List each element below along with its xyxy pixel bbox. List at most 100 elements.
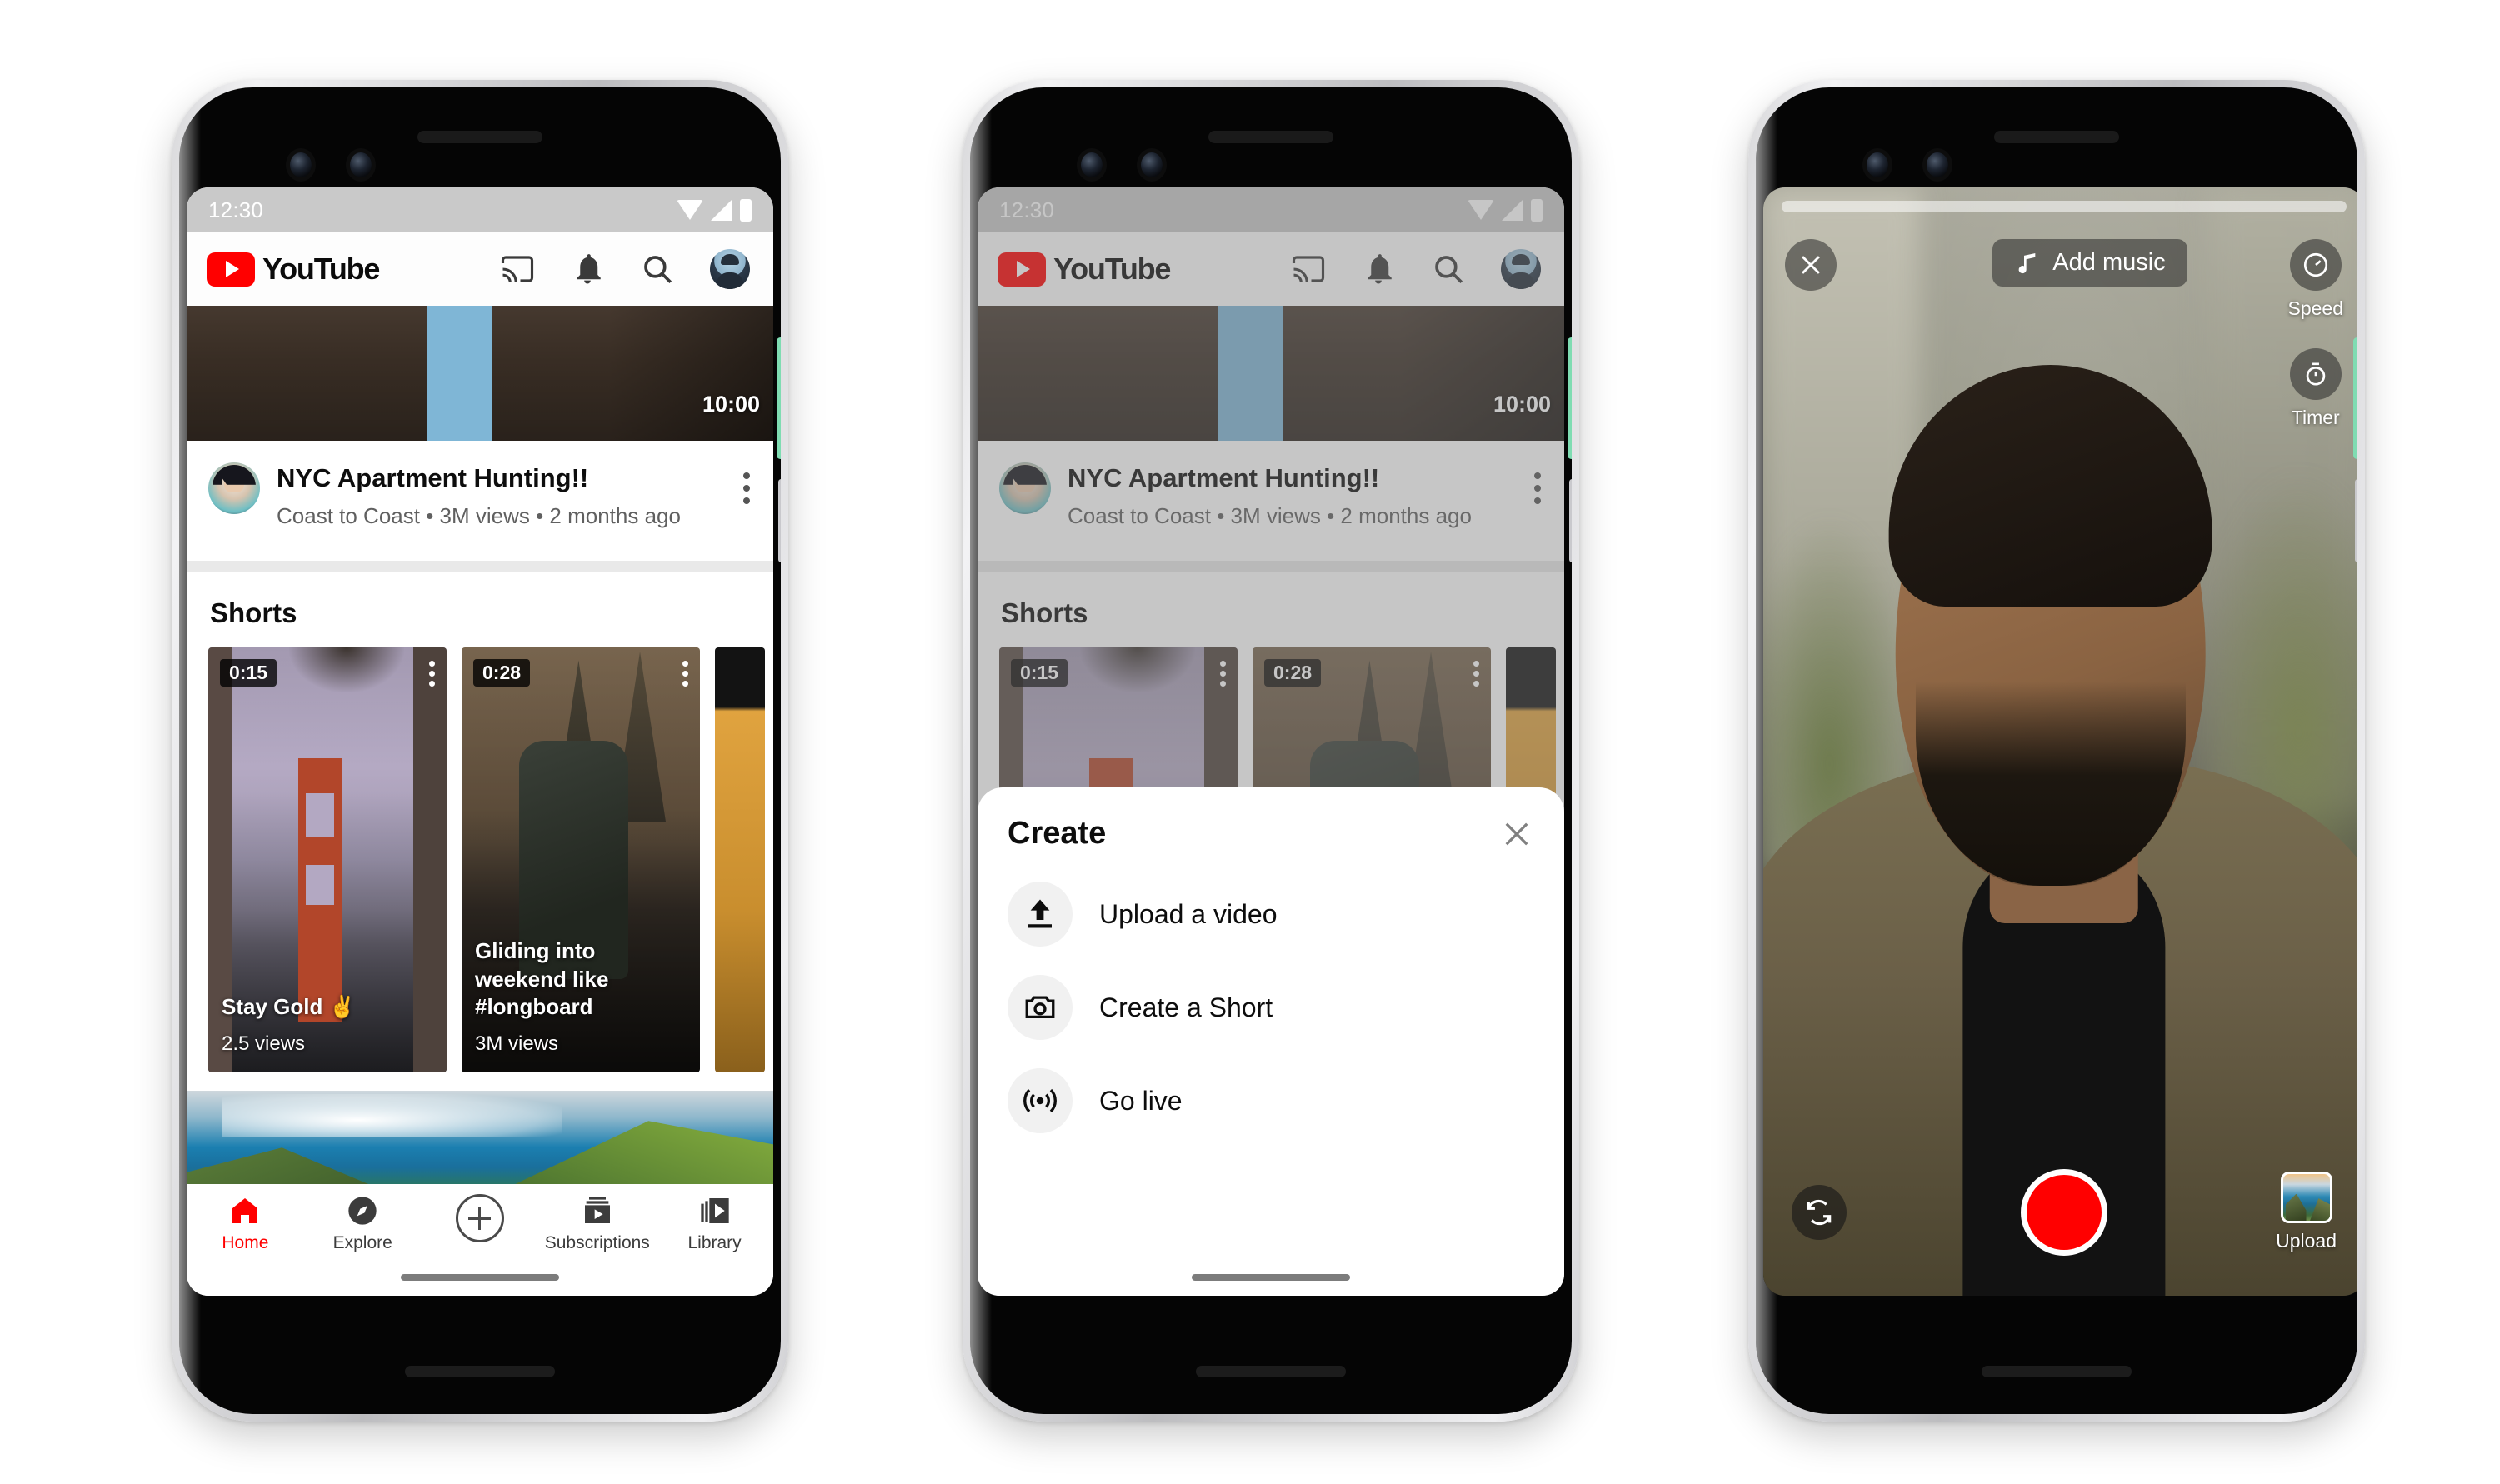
home-icon bbox=[232, 1198, 258, 1223]
nav-item-explore[interactable]: Explore bbox=[304, 1194, 422, 1253]
short-bridge bbox=[298, 757, 342, 1022]
front-camera-secondary-icon bbox=[1927, 152, 1948, 177]
create-option-upload-a-video[interactable]: Upload a video bbox=[1008, 882, 1534, 947]
flip-camera-button[interactable] bbox=[1792, 1184, 1847, 1240]
create-option-label: Upload a video bbox=[1099, 898, 1278, 929]
gesture-home-bar[interactable] bbox=[1192, 1274, 1350, 1281]
search-icon[interactable] bbox=[640, 252, 675, 287]
header-actions bbox=[1291, 249, 1544, 289]
youtube-logo[interactable]: YouTube bbox=[207, 252, 380, 287]
timer-tool[interactable]: Timer bbox=[2289, 348, 2342, 429]
battery-icon bbox=[1531, 198, 1542, 222]
account-avatar[interactable] bbox=[710, 249, 750, 289]
gallery-thumbnail[interactable] bbox=[2280, 1172, 2332, 1223]
youtube-logo[interactable]: YouTube bbox=[998, 252, 1171, 287]
short-duration-badge: 0:28 bbox=[1264, 659, 1322, 687]
channel-avatar[interactable] bbox=[208, 462, 260, 514]
upload-shortcut[interactable]: Upload bbox=[2276, 1172, 2337, 1252]
battery-icon bbox=[740, 198, 752, 222]
short-more-options-icon[interactable] bbox=[429, 661, 435, 687]
notifications-bell-icon[interactable] bbox=[1361, 252, 1396, 287]
short-card[interactable] bbox=[715, 647, 765, 1073]
youtube-header: YouTube bbox=[978, 232, 1564, 306]
camera-subject bbox=[1763, 364, 2358, 1296]
volume-button[interactable] bbox=[2355, 479, 2358, 562]
create-option-go-live[interactable]: Go live bbox=[1008, 1068, 1534, 1133]
create-plus-icon[interactable] bbox=[455, 1194, 504, 1242]
gesture-home-bar[interactable] bbox=[401, 1274, 559, 1281]
video-meta-row[interactable]: NYC Apartment Hunting!! Coast to Coast •… bbox=[187, 441, 773, 562]
camera-top-bar: Add music bbox=[1763, 239, 2358, 291]
create-sheet-options: Upload a video Create a Short Go live bbox=[1008, 882, 1534, 1133]
volume-button[interactable] bbox=[1569, 479, 1572, 562]
add-music-label: Add music bbox=[2052, 249, 2166, 276]
video-duration-badge: 10:00 bbox=[1492, 392, 1551, 417]
bottom-speaker bbox=[1196, 1366, 1346, 1377]
gallery-rock-right bbox=[2310, 1198, 2330, 1221]
library-icon bbox=[700, 1198, 729, 1223]
close-button[interactable] bbox=[1785, 239, 1837, 291]
nav-item-create[interactable] bbox=[422, 1194, 539, 1242]
video-meta-row[interactable]: NYC Apartment Hunting!! Coast to Coast •… bbox=[978, 441, 1564, 562]
close-icon[interactable] bbox=[1499, 817, 1534, 852]
cast-icon[interactable] bbox=[1291, 252, 1326, 287]
camera-tools: Speed Timer bbox=[2288, 239, 2343, 429]
notifications-bell-icon[interactable] bbox=[570, 252, 605, 287]
add-music-button[interactable]: Add music bbox=[1992, 239, 2188, 287]
timer-button[interactable] bbox=[2289, 348, 2342, 400]
flip-camera-icon bbox=[1807, 1199, 1832, 1225]
video-thumbnail[interactable]: 10:00 bbox=[978, 306, 1564, 441]
more-options-icon[interactable] bbox=[743, 462, 750, 504]
signal-icon bbox=[1502, 199, 1523, 221]
thumbnail-sky bbox=[1218, 306, 1283, 441]
short-branch bbox=[289, 647, 404, 693]
status-bar: 12:30 bbox=[187, 187, 773, 232]
channel-avatar[interactable] bbox=[999, 462, 1051, 514]
front-camera-icon bbox=[1081, 152, 1102, 177]
video-thumbnail[interactable]: 10:00 bbox=[187, 306, 773, 441]
status-bar: 12:30 bbox=[978, 187, 1564, 232]
bottom-speaker bbox=[1982, 1366, 2132, 1377]
video-text-block: NYC Apartment Hunting!! Coast to Coast •… bbox=[1068, 462, 1518, 529]
youtube-wordmark: YouTube bbox=[1053, 252, 1171, 286]
volume-button[interactable] bbox=[778, 479, 781, 562]
power-button[interactable] bbox=[1568, 337, 1572, 459]
nav-item-library[interactable]: Library bbox=[656, 1194, 773, 1253]
phone-body: 12:30 YouTube 10:00 NYC Apartment Huntin… bbox=[970, 87, 1572, 1414]
create-option-label: Create a Short bbox=[1099, 992, 1273, 1022]
short-views: 2.5 views bbox=[222, 1032, 306, 1056]
front-camera-icon bbox=[1867, 152, 1888, 177]
more-options-icon[interactable] bbox=[1534, 462, 1541, 504]
cast-icon[interactable] bbox=[500, 252, 535, 287]
phone-create-sheet: 12:30 YouTube 10:00 NYC Apartment Huntin… bbox=[962, 80, 1579, 1422]
video-title: NYC Apartment Hunting!! bbox=[277, 463, 589, 492]
short-card[interactable]: 0:28 Gliding into weekend like #longboar… bbox=[462, 647, 700, 1073]
account-avatar[interactable] bbox=[1501, 249, 1541, 289]
speed-button[interactable] bbox=[2289, 239, 2342, 291]
create-option-create-a-short[interactable]: Create a Short bbox=[1008, 975, 1534, 1040]
video-title: NYC Apartment Hunting!! bbox=[1068, 463, 1380, 492]
speed-tool[interactable]: Speed bbox=[2288, 239, 2343, 320]
recording-progress-bar[interactable] bbox=[1782, 201, 2347, 212]
bottom-speaker bbox=[405, 1366, 555, 1377]
short-card[interactable]: 0:15 Stay Gold ✌️ 2.5 views bbox=[208, 647, 447, 1073]
nav-item-home[interactable]: Home bbox=[187, 1194, 304, 1253]
youtube-header: YouTube bbox=[187, 232, 773, 306]
short-duration-badge: 0:28 bbox=[473, 659, 531, 687]
search-icon[interactable] bbox=[1431, 252, 1466, 287]
power-button[interactable] bbox=[777, 337, 781, 459]
short-more-options-icon[interactable] bbox=[682, 661, 688, 687]
short-more-options-icon[interactable] bbox=[1473, 661, 1479, 687]
bottom-navigation: Home Explore Subscriptions Library bbox=[187, 1184, 773, 1296]
record-button[interactable] bbox=[2021, 1168, 2108, 1256]
screenshot-stage: 12:30 YouTube 10:00 NYC Apartment Huntin… bbox=[0, 0, 2500, 1484]
timer-label: Timer bbox=[2291, 407, 2340, 428]
power-button[interactable] bbox=[2353, 337, 2358, 459]
youtube-play-icon bbox=[998, 252, 1046, 287]
shorts-section-title: Shorts bbox=[210, 597, 298, 629]
front-camera-secondary-icon bbox=[1141, 152, 1162, 177]
short-more-options-icon[interactable] bbox=[1220, 661, 1226, 687]
phone-shorts-camera: Add music Speed Timer Upload bbox=[1748, 80, 2365, 1422]
nav-item-subscriptions[interactable]: Subscriptions bbox=[538, 1194, 656, 1253]
shorts-carousel[interactable]: 0:15 Stay Gold ✌️ 2.5 views 0:28 Gliding… bbox=[187, 647, 773, 1073]
